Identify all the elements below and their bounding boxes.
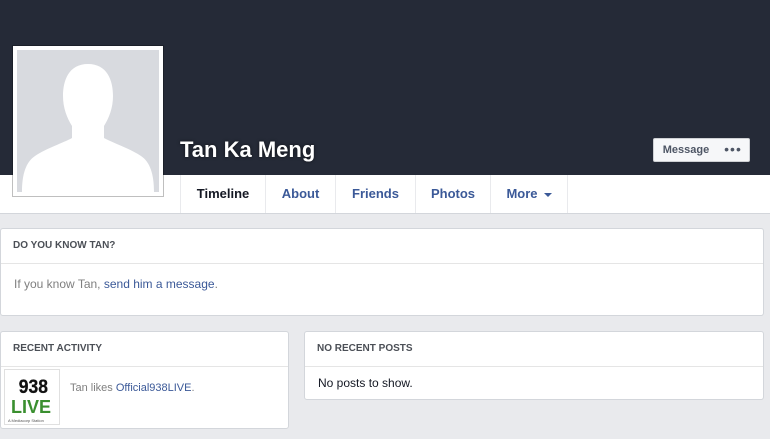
page-logo-938live[interactable]: 938 LIVE A Mediacorp Station (4, 369, 60, 425)
recent-posts-card: NO RECENT POSTS No posts to show. (304, 331, 764, 400)
know-person-card: DO YOU KNOW TAN? If you know Tan, send h… (0, 228, 764, 316)
tab-about[interactable]: About (265, 175, 335, 213)
send-message-link[interactable]: send him a message (104, 277, 215, 291)
tab-friends[interactable]: Friends (335, 175, 415, 213)
more-options-icon[interactable]: ••• (717, 138, 750, 162)
logo-tagline: A Mediacorp Station (8, 418, 44, 423)
card-title: DO YOU KNOW TAN? (1, 229, 763, 264)
tab-timeline[interactable]: Timeline (180, 175, 265, 213)
recent-activity-card: RECENT ACTIVITY 938 LIVE A Mediacorp Sta… (0, 331, 289, 429)
tab-more[interactable]: More (490, 175, 568, 213)
page-link[interactable]: Official938LIVE (116, 382, 192, 394)
chevron-down-icon (543, 192, 552, 197)
default-avatar-silhouette-icon (17, 50, 159, 192)
profile-name[interactable]: Tan Ka Meng (180, 137, 315, 163)
no-posts-text: No posts to show. (318, 376, 413, 390)
card-title: NO RECENT POSTS (305, 332, 763, 367)
message-button[interactable]: Message (653, 138, 719, 162)
profile-picture[interactable] (13, 46, 163, 196)
know-person-text: If you know Tan, send him a message. (14, 277, 218, 291)
card-title: RECENT ACTIVITY (1, 332, 288, 367)
profile-tabs: Timeline About Friends Photos More (180, 175, 568, 213)
activity-text: Tan likes Official938LIVE. (70, 382, 195, 394)
logo-number: 938 (19, 375, 48, 397)
logo-word: LIVE (11, 397, 51, 417)
tab-photos[interactable]: Photos (415, 175, 490, 213)
